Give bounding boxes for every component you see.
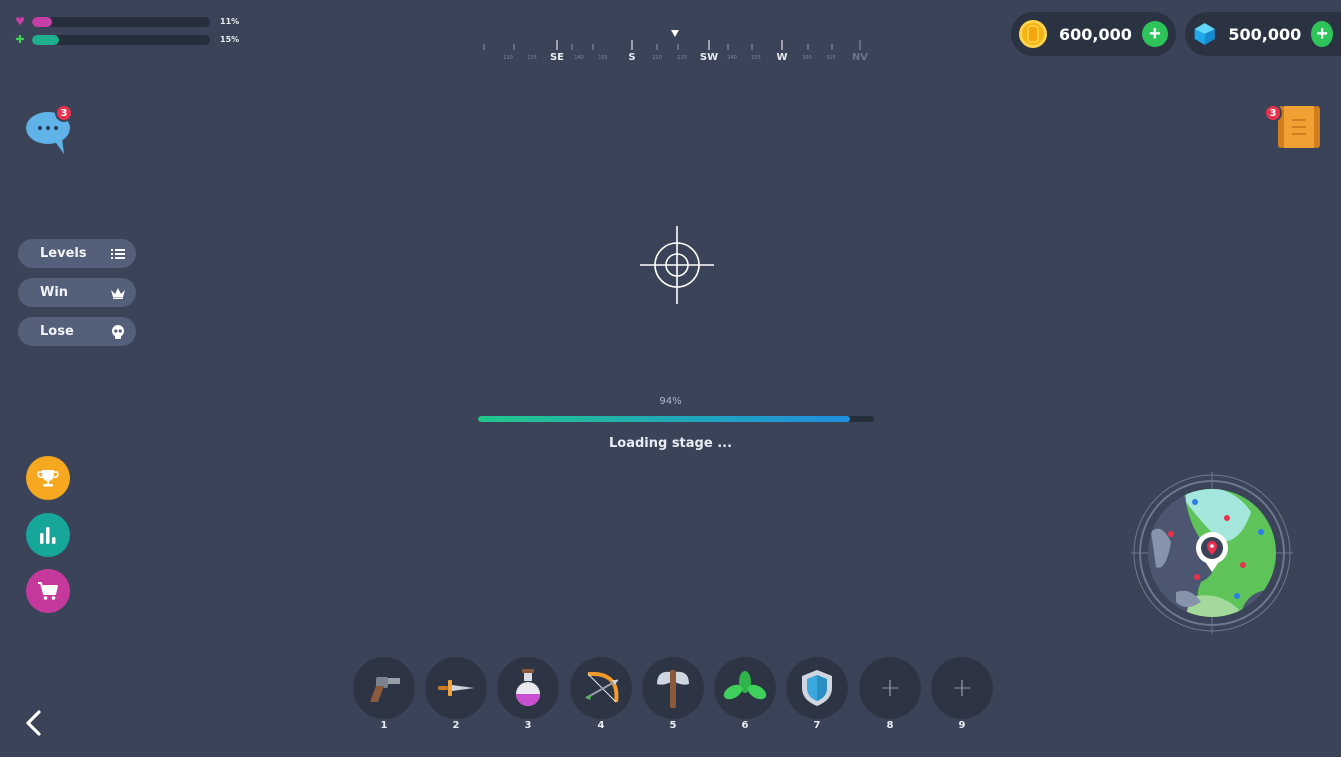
compass-minor-label: 255 bbox=[751, 55, 761, 61]
health-track bbox=[32, 16, 210, 27]
chevron-left-icon bbox=[26, 710, 41, 736]
hotbar-slot-8[interactable]: + bbox=[859, 657, 921, 719]
hotbar-slot-number: 7 bbox=[813, 720, 821, 731]
compass-label-se: SE bbox=[550, 52, 564, 63]
stamina-percent: 15% bbox=[220, 35, 240, 44]
plus-cross-icon: ✚ bbox=[15, 33, 25, 46]
hotbar-slot-1[interactable] bbox=[353, 657, 415, 719]
health-percent: 11% bbox=[220, 17, 240, 26]
hotbar-slot-number: 3 bbox=[524, 720, 532, 731]
gem-counter: 500,000 + bbox=[1185, 12, 1341, 56]
crosshair-icon bbox=[640, 226, 714, 304]
crown-icon bbox=[110, 285, 126, 301]
shop-button[interactable] bbox=[26, 569, 70, 613]
hotbar-slot-number: 6 bbox=[741, 720, 749, 731]
compass-heading-marker bbox=[671, 30, 679, 37]
trophy-icon bbox=[37, 470, 59, 487]
plus-icon: + bbox=[879, 673, 901, 703]
coin-counter: 600,000 + bbox=[1011, 12, 1176, 56]
hotbar-slot-2[interactable] bbox=[425, 657, 487, 719]
gem-icon bbox=[1194, 23, 1215, 45]
stamina-track bbox=[32, 34, 210, 45]
scroll-icon bbox=[1278, 106, 1320, 148]
compass-minor-label: 135 bbox=[527, 55, 537, 61]
bow-icon bbox=[585, 671, 619, 703]
compass-minor-label: 315 bbox=[826, 55, 836, 61]
levels-button[interactable]: Levels bbox=[18, 239, 136, 268]
compass-minor-label: 210 bbox=[652, 55, 662, 61]
gem-value: 500,000 bbox=[1228, 24, 1302, 44]
bar-chart-icon bbox=[40, 527, 56, 544]
compass-minor-label: 120 bbox=[503, 55, 513, 61]
minimap[interactable] bbox=[1131, 472, 1293, 634]
hotbar-slot-number: 4 bbox=[597, 720, 605, 731]
hotbar-slot-6[interactable] bbox=[714, 657, 776, 719]
skull-icon bbox=[110, 324, 126, 340]
compass-label-nw: NV bbox=[852, 52, 868, 63]
hotbar-slot-5[interactable] bbox=[642, 657, 704, 719]
compass-minor-label: 165 bbox=[598, 55, 608, 61]
win-button[interactable]: Win bbox=[18, 278, 136, 307]
plus-icon: + bbox=[951, 673, 973, 703]
compass-strip: 120 135 140 165 210 225 240 255 300 315 … bbox=[480, 38, 870, 66]
list-icon bbox=[110, 246, 126, 262]
compass-minor-label: 240 bbox=[727, 55, 737, 61]
levels-label: Levels bbox=[40, 246, 87, 261]
hotbar-slot-number: 9 bbox=[958, 720, 966, 731]
compass-label-w: W bbox=[776, 52, 787, 63]
compass-minor-label: 140 bbox=[574, 55, 584, 61]
dagger-icon bbox=[438, 680, 474, 696]
stamina-bar: ✚ 15% bbox=[14, 34, 239, 45]
hotbar-slot-number: 8 bbox=[886, 720, 894, 731]
loading-text: Loading stage ... bbox=[608, 436, 733, 451]
hotbar-slot-number: 2 bbox=[452, 720, 460, 731]
trophy-button[interactable] bbox=[26, 456, 70, 500]
stats-button[interactable] bbox=[26, 513, 70, 557]
compass-minor-label: 300 bbox=[802, 55, 812, 61]
quests-button[interactable]: 3 bbox=[1264, 104, 1324, 150]
back-button[interactable] bbox=[22, 708, 46, 738]
lose-button[interactable]: Lose bbox=[18, 317, 136, 346]
hotbar-slot-7[interactable] bbox=[786, 657, 848, 719]
compass-label-s: S bbox=[628, 52, 635, 63]
loading-percent: 94% bbox=[659, 396, 682, 407]
lose-label: Lose bbox=[40, 324, 74, 339]
loading-progress-fill bbox=[478, 416, 851, 422]
stamina-fill bbox=[32, 34, 59, 45]
hotbar-slot-3[interactable] bbox=[497, 657, 559, 719]
health-bar: ♥ 11% bbox=[14, 16, 239, 27]
heart-icon: ♥ bbox=[15, 15, 25, 28]
hotbar-slot-4[interactable] bbox=[570, 657, 632, 719]
win-label: Win bbox=[40, 285, 69, 300]
add-gems-button[interactable]: + bbox=[1311, 21, 1333, 47]
plus-icon: + bbox=[1149, 23, 1161, 45]
leaf-icon bbox=[723, 671, 767, 700]
chat-button[interactable]: 3 bbox=[24, 104, 74, 156]
compass-label-sw: SW bbox=[700, 52, 718, 63]
coin-icon bbox=[1019, 20, 1047, 48]
hotbar-slot-9[interactable]: + bbox=[931, 657, 993, 719]
plus-icon: + bbox=[1316, 23, 1328, 45]
shield-icon bbox=[802, 670, 832, 706]
health-fill bbox=[32, 16, 52, 27]
revolver-icon bbox=[370, 677, 400, 702]
axe-icon bbox=[657, 670, 689, 708]
cart-icon bbox=[38, 582, 58, 600]
chat-notification-badge: 3 bbox=[55, 104, 73, 122]
potion-icon bbox=[516, 669, 540, 706]
add-coins-button[interactable]: + bbox=[1141, 21, 1168, 47]
compass-minor-label: 225 bbox=[677, 55, 687, 61]
loading-progress-track bbox=[478, 416, 874, 422]
quests-notification-badge: 3 bbox=[1264, 104, 1282, 122]
coin-value: 600,000 bbox=[1059, 24, 1132, 44]
hotbar-slot-number: 5 bbox=[669, 720, 677, 731]
hotbar-slot-number: 1 bbox=[380, 720, 388, 731]
compass-ticks: 120 135 140 165 210 225 240 255 300 315 … bbox=[483, 40, 868, 63]
